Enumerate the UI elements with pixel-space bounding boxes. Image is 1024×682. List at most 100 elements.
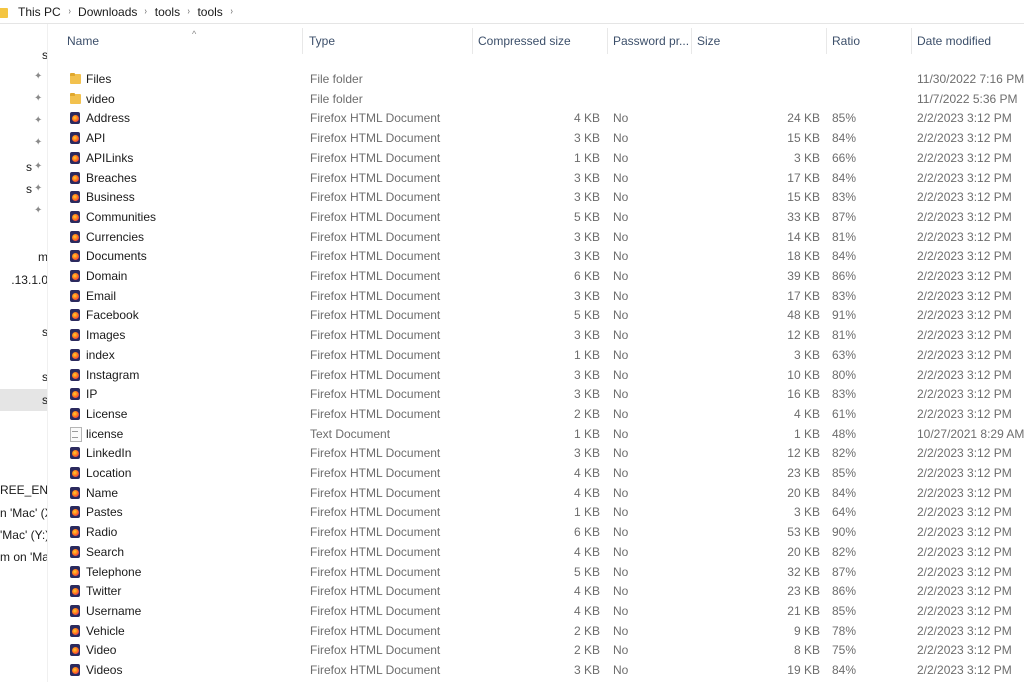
file-list[interactable]: ^ Name Type Compressed size Password pr.… xyxy=(48,24,1024,682)
file-size: 3 KB xyxy=(793,150,820,165)
column-header-ratio[interactable]: Ratio xyxy=(827,28,912,54)
table-row[interactable]: Twitter Firefox HTML Document 4 KB No 23 KB 8… xyxy=(48,581,1024,601)
file-name: API xyxy=(86,131,106,146)
nav-item[interactable]: s xyxy=(0,321,47,343)
table-row[interactable]: Domain Firefox HTML Document 6 KB No 39 KB 86… xyxy=(48,266,1024,286)
file-name: Location xyxy=(86,466,132,480)
file-ratio: 86% xyxy=(832,269,857,283)
column-header-type[interactable]: Type xyxy=(304,28,473,54)
pin-icon[interactable]: ✦ xyxy=(34,162,44,172)
table-row[interactable]: Search Firefox HTML Document 4 KB No 20 KB 82… xyxy=(48,542,1024,562)
file-date-modified: 2/2/2023 3:12 PM xyxy=(917,643,1012,658)
table-row[interactable]: Vehicle Firefox HTML Document 2 KB No 9 KB 78… xyxy=(48,621,1024,641)
nav-item[interactable]: s ✦ xyxy=(0,178,47,200)
file-compressed-size: 4 KB xyxy=(573,485,600,500)
file-compressed-size: 5 KB xyxy=(573,209,600,224)
nav-item[interactable]: s ✦ xyxy=(0,156,47,178)
table-row[interactable]: Videos Firefox HTML Document 3 KB No 19 KB 84… xyxy=(48,660,1024,680)
table-row[interactable]: Radio Firefox HTML Document 6 KB No 53 KB 90%… xyxy=(48,522,1024,542)
nav-item[interactable]: .13.1.0 xyxy=(0,269,47,291)
table-row[interactable]: License Firefox HTML Document 2 KB No 4 KB 61… xyxy=(48,404,1024,424)
breadcrumb-tools[interactable]: tools xyxy=(151,5,184,19)
column-header-name[interactable]: ^ Name xyxy=(62,28,303,54)
file-ratio: 86% xyxy=(832,584,857,599)
chevron-right-icon[interactable]: › xyxy=(186,6,193,17)
navigation-pane[interactable]: s✦✦✦✦s✦s✦✦m.13.1.0sssREE_EN-USn 'Mac' (X… xyxy=(0,24,48,682)
file-password-protected: No xyxy=(613,249,629,264)
file-type: Firefox HTML Document xyxy=(310,584,441,599)
table-row[interactable]: Email Firefox HTML Document 3 KB No 17 KB 83%… xyxy=(48,286,1024,306)
table-row[interactable]: license Text Document 1 KB No 1 KB 48% 10/27/2… xyxy=(48,424,1024,444)
table-row[interactable]: Facebook Firefox HTML Document 5 KB No 48 KB… xyxy=(48,305,1024,325)
chevron-right-icon[interactable]: › xyxy=(143,6,150,17)
table-row[interactable]: Telephone Firefox HTML Document 5 KB No 32 K… xyxy=(48,562,1024,582)
nav-item[interactable]: ✦ xyxy=(0,200,47,222)
nav-item[interactable]: ✦ xyxy=(0,132,47,154)
folder-icon xyxy=(69,92,81,106)
table-row[interactable]: APILinks Firefox HTML Document 1 KB No 3 KB 6… xyxy=(48,148,1024,168)
table-row[interactable]: Username Firefox HTML Document 4 KB No 21 KB… xyxy=(48,601,1024,621)
file-type: Firefox HTML Document xyxy=(310,663,441,677)
table-row[interactable]: Images Firefox HTML Document 3 KB No 12 KB 81… xyxy=(48,325,1024,345)
nav-item[interactable]: n 'Mac' (X xyxy=(0,502,47,524)
nav-item-label: 'Mac' (Y:) xyxy=(0,528,48,542)
table-row[interactable]: Pastes Firefox HTML Document 1 KB No 3 KB 64%… xyxy=(48,502,1024,522)
table-row[interactable]: Breaches Firefox HTML Document 3 KB No 17 KB… xyxy=(48,168,1024,188)
firefox-html-icon xyxy=(69,387,81,401)
file-date-modified: 10/27/2021 8:29 AM xyxy=(917,426,1024,441)
address-bar[interactable]: This PC › Downloads › tools › tools › xyxy=(0,0,1024,24)
file-type: Firefox HTML Document xyxy=(310,485,441,500)
pin-icon[interactable]: ✦ xyxy=(34,116,44,126)
table-row[interactable]: Name Firefox HTML Document 4 KB No 20 KB 84% 2… xyxy=(48,483,1024,503)
nav-item[interactable]: ✦ xyxy=(0,66,47,88)
file-type: Firefox HTML Document xyxy=(310,367,441,382)
table-row[interactable]: Address Firefox HTML Document 4 KB No 24 KB 8… xyxy=(48,108,1024,128)
table-row[interactable]: API Firefox HTML Document 3 KB No 15 KB 84% 2/… xyxy=(48,128,1024,148)
nav-item[interactable]: s xyxy=(0,366,47,388)
table-row[interactable]: IP Firefox HTML Document 3 KB No 16 KB 83% 2/2… xyxy=(48,384,1024,404)
file-type: Firefox HTML Document xyxy=(310,347,441,362)
breadcrumb-downloads[interactable]: Downloads xyxy=(74,5,141,19)
table-row[interactable]: Instagram Firefox HTML Document 3 KB No 10 K… xyxy=(48,365,1024,385)
column-header-password[interactable]: Password pr... xyxy=(608,28,692,54)
table-row[interactable]: Documents Firefox HTML Document 3 KB No 18 K… xyxy=(48,246,1024,266)
table-row[interactable]: index Firefox HTML Document 1 KB No 3 KB 63% 2… xyxy=(48,345,1024,365)
nav-item[interactable]: s xyxy=(0,44,47,66)
column-header-compressed-size[interactable]: Compressed size xyxy=(473,28,608,54)
firefox-html-icon xyxy=(69,171,81,185)
table-row[interactable]: Communities Firefox HTML Document 5 KB No 33… xyxy=(48,207,1024,227)
pin-icon[interactable]: ✦ xyxy=(34,206,44,216)
pin-icon[interactable]: ✦ xyxy=(34,184,44,194)
pin-icon[interactable]: ✦ xyxy=(34,94,44,104)
chevron-right-icon[interactable]: › xyxy=(66,6,73,17)
table-row[interactable]: Files File folder 11/30/2022 7:16 PM xyxy=(48,69,1024,89)
table-row[interactable]: Video Firefox HTML Document 2 KB No 8 KB 75% 2… xyxy=(48,640,1024,660)
pin-icon[interactable]: ✦ xyxy=(34,138,44,148)
chevron-right-icon[interactable]: › xyxy=(228,6,235,17)
table-row[interactable]: Currencies Firefox HTML Document 3 KB No 14 … xyxy=(48,227,1024,247)
table-row[interactable]: Business Firefox HTML Document 3 KB No 15 KB… xyxy=(48,187,1024,207)
file-ratio: 64% xyxy=(832,505,857,520)
nav-item[interactable]: REE_EN-US xyxy=(0,479,47,501)
file-type: Firefox HTML Document xyxy=(310,308,441,323)
file-size: 15 KB xyxy=(787,131,820,146)
file-password-protected: No xyxy=(613,328,629,343)
table-row[interactable]: video File folder 11/7/2022 5:36 PM xyxy=(48,89,1024,109)
nav-item[interactable]: s xyxy=(0,389,47,411)
nav-item[interactable]: m xyxy=(0,246,47,268)
table-row[interactable]: Location Firefox HTML Document 4 KB No 23 KB… xyxy=(48,463,1024,483)
breadcrumb-this-pc[interactable]: This PC xyxy=(14,5,65,19)
column-header-size[interactable]: Size xyxy=(692,28,827,54)
nav-item[interactable]: m on 'Ma xyxy=(0,546,47,568)
pin-icon[interactable]: ✦ xyxy=(34,72,44,82)
table-row[interactable]: LinkedIn Firefox HTML Document 3 KB No 12 KB… xyxy=(48,443,1024,463)
breadcrumb-tools-current[interactable]: tools xyxy=(193,5,226,19)
file-compressed-size: 3 KB xyxy=(573,249,600,264)
file-type: File folder xyxy=(310,91,363,106)
column-header-date-modified[interactable]: Date modified xyxy=(912,28,1024,54)
nav-item[interactable]: ✦ xyxy=(0,88,47,110)
nav-item[interactable]: ✦ xyxy=(0,110,47,132)
firefox-html-icon xyxy=(69,289,81,303)
nav-item[interactable]: 'Mac' (Y:) xyxy=(0,524,48,546)
file-compressed-size: 3 KB xyxy=(573,288,600,303)
